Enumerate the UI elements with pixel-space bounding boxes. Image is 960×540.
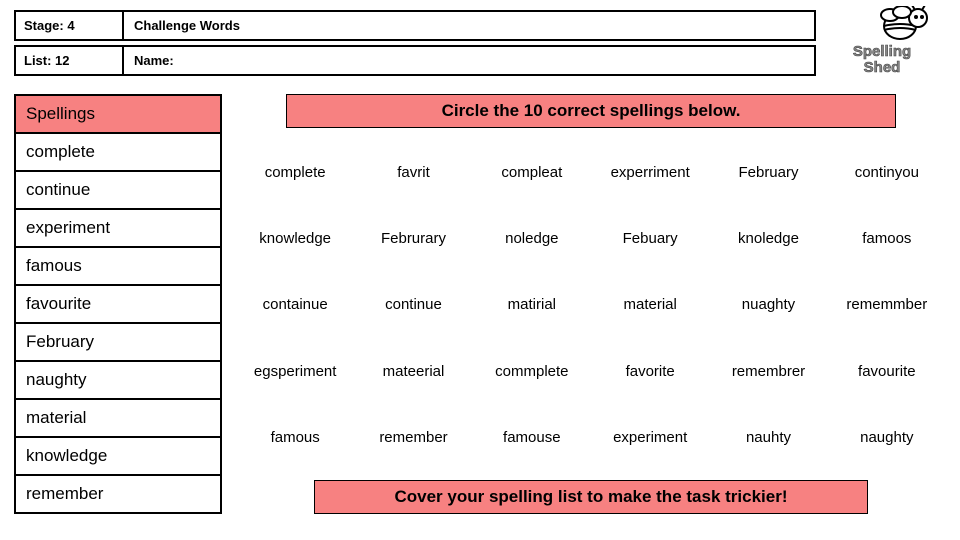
grid-word[interactable]: containue [263, 296, 328, 313]
spelling-word: favourite [14, 286, 222, 324]
grid-word[interactable]: nuaghty [742, 296, 795, 313]
list-cell: List: 12 [14, 45, 124, 76]
grid-word[interactable]: knowledge [259, 230, 331, 247]
svg-text:Shed: Shed [864, 59, 901, 76]
spellings-column: Spellings complete continue experiment f… [14, 94, 222, 514]
grid-word[interactable]: favourite [858, 363, 916, 380]
grid-word[interactable]: Februrary [381, 230, 446, 247]
grid-word[interactable]: favrit [397, 164, 430, 181]
stage-cell: Stage: 4 [14, 10, 124, 41]
spelling-word: experiment [14, 210, 222, 248]
spelling-word: material [14, 400, 222, 438]
grid-word[interactable]: famoos [862, 230, 911, 247]
bee-icon: Spelling Shed [822, 6, 942, 76]
header-row-2: List: 12 Name: [14, 45, 946, 76]
instruction-banner: Circle the 10 correct spellings below. [286, 94, 897, 128]
grid-word[interactable]: favorite [626, 363, 675, 380]
spellings-header: Spellings [14, 94, 222, 134]
spelling-word: famous [14, 248, 222, 286]
grid-word[interactable]: complete [265, 164, 326, 181]
spelling-word: naughty [14, 362, 222, 400]
svg-text:Spelling: Spelling [853, 43, 911, 60]
spelling-word: continue [14, 172, 222, 210]
spelling-shed-logo: Spelling Shed [822, 6, 942, 76]
spelling-word: complete [14, 134, 222, 172]
grid-word[interactable]: mateerial [383, 363, 445, 380]
spelling-word: knowledge [14, 438, 222, 476]
footer-banner: Cover your spelling list to make the tas… [314, 480, 868, 514]
grid-word[interactable]: noledge [505, 230, 558, 247]
grid-word[interactable]: remember [379, 429, 447, 446]
grid-word[interactable]: February [738, 164, 798, 181]
grid-word[interactable]: compleat [501, 164, 562, 181]
grid-word[interactable]: experiment [613, 429, 687, 446]
grid-word[interactable]: commplete [495, 363, 568, 380]
grid-word[interactable]: nauhty [746, 429, 791, 446]
grid-word[interactable]: famouse [503, 429, 561, 446]
grid-word[interactable]: experriment [611, 164, 690, 181]
grid-word[interactable]: remembrer [732, 363, 805, 380]
challenge-cell: Challenge Words [124, 10, 816, 41]
spelling-word: remember [14, 476, 222, 514]
name-cell: Name: [124, 45, 816, 76]
main-content: Spellings complete continue experiment f… [14, 94, 946, 514]
grid-word[interactable]: naughty [860, 429, 913, 446]
grid-word[interactable]: Febuary [623, 230, 678, 247]
grid-word[interactable]: famous [271, 429, 320, 446]
grid-word[interactable]: rememmber [846, 296, 927, 313]
grid-word[interactable]: egsperiment [254, 363, 337, 380]
grid-word[interactable]: material [623, 296, 676, 313]
grid-word[interactable]: knoledge [738, 230, 799, 247]
grid-word[interactable]: continue [385, 296, 442, 313]
header-row-1: Stage: 4 Challenge Words [14, 10, 946, 41]
word-grid: complete favrit compleat experriment Feb… [236, 138, 946, 472]
grid-word[interactable]: continyou [855, 164, 919, 181]
spelling-word: February [14, 324, 222, 362]
activity-column: Circle the 10 correct spellings below. c… [236, 94, 946, 514]
grid-word[interactable]: matirial [508, 296, 556, 313]
